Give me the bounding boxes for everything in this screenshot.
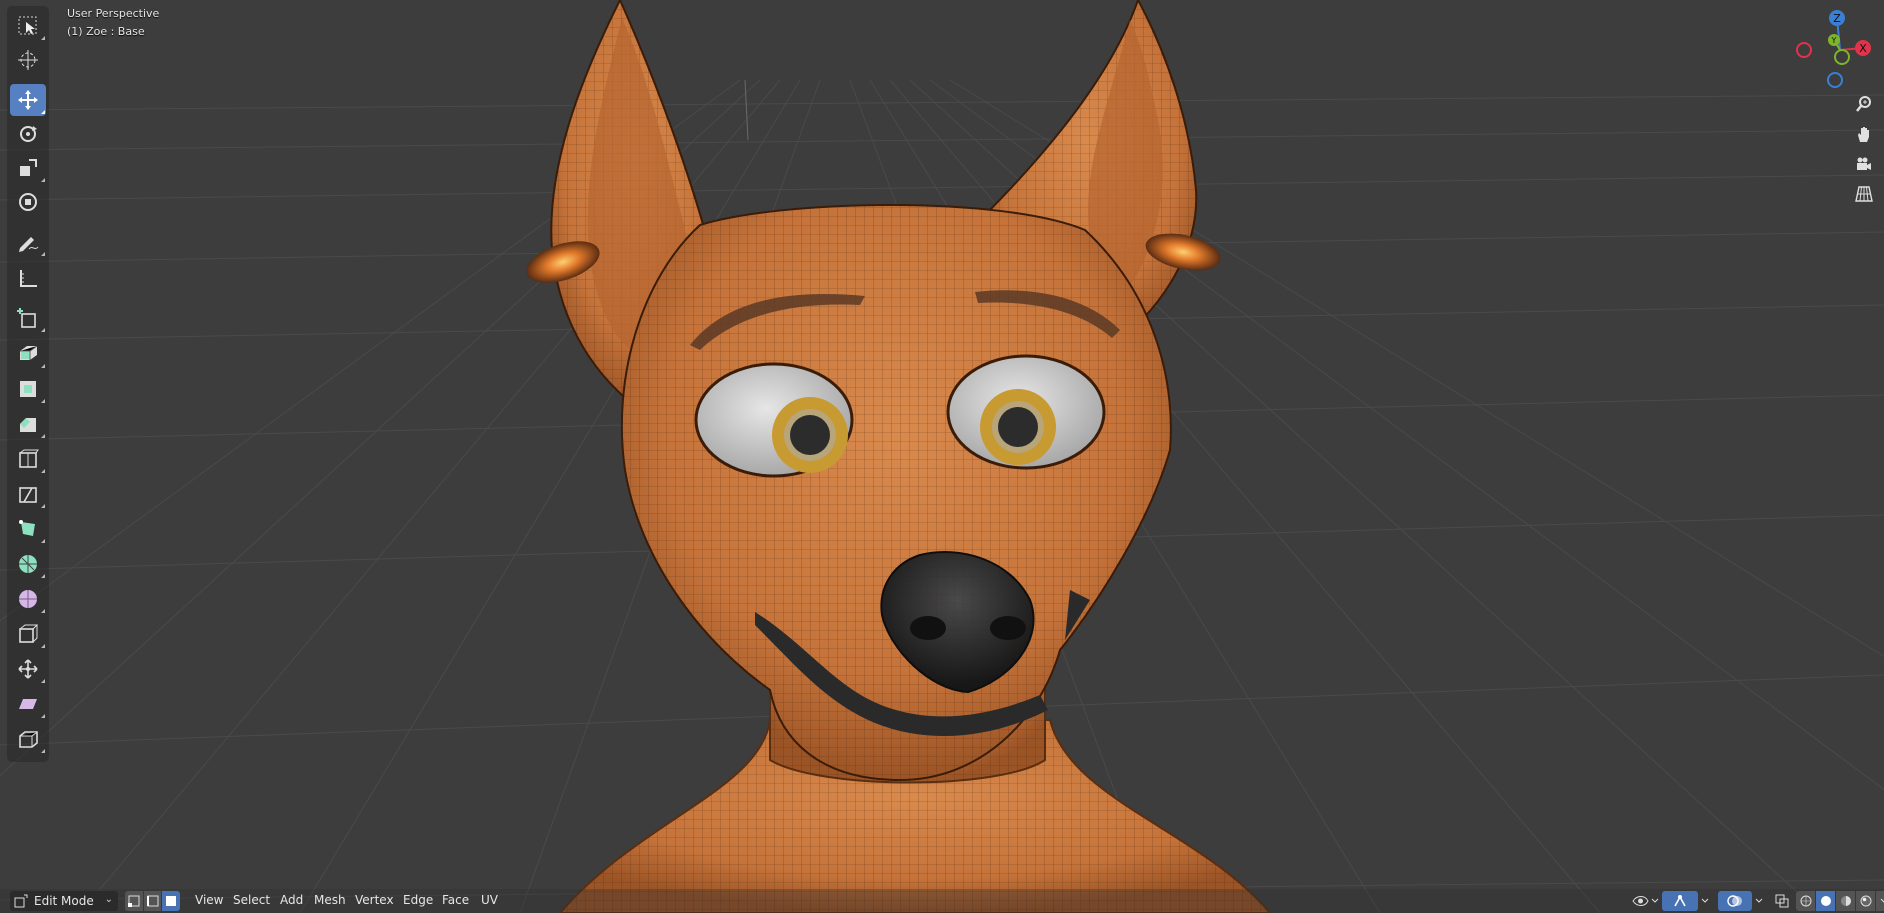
- move-icon[interactable]: [10, 84, 46, 116]
- rendered-shading-icon[interactable]: [1856, 891, 1875, 911]
- rip-region-icon[interactable]: [10, 723, 46, 755]
- pan-hand-icon[interactable]: [1851, 121, 1877, 147]
- select-box-icon[interactable]: [10, 10, 46, 42]
- menu-uv[interactable]: UV: [481, 893, 498, 907]
- xray-toggle-icon[interactable]: [1770, 891, 1794, 911]
- viewport-canvas[interactable]: [0, 0, 1884, 913]
- viewport-header-right: [1630, 891, 1884, 911]
- spin-icon[interactable]: [10, 548, 46, 580]
- poly-build-icon[interactable]: [10, 513, 46, 545]
- overlays-toggle-icon[interactable]: [1718, 891, 1752, 911]
- gizmo-neg-y[interactable]: [1834, 49, 1850, 65]
- extrude-region-icon[interactable]: [10, 338, 46, 370]
- gizmo-neg-x[interactable]: [1796, 42, 1812, 58]
- overlays-dropdown-chevron-icon[interactable]: [1752, 891, 1766, 911]
- gizmo-x-label: X: [1859, 42, 1867, 55]
- edge-slide-icon[interactable]: [10, 618, 46, 650]
- shading-dropdown-chevron-icon[interactable]: [1876, 891, 1884, 911]
- add-cube-icon[interactable]: [10, 302, 46, 334]
- edge-select-icon[interactable]: [143, 891, 162, 911]
- viewport-object-label: (1) Zoe : Base: [67, 25, 145, 38]
- menu-select[interactable]: Select: [233, 893, 270, 907]
- mode-selector-label: Edit Mode: [34, 894, 94, 908]
- menu-vertex[interactable]: Vertex: [355, 893, 394, 907]
- gizmo-z-label: Z: [1833, 12, 1841, 25]
- 3d-viewport[interactable]: User Perspective (1) Zoe : Base Z X Y Ed…: [0, 0, 1884, 913]
- knife-icon[interactable]: [10, 478, 46, 510]
- gizmo-toggle-icon[interactable]: [1662, 891, 1698, 911]
- select-mode-group: [125, 891, 181, 911]
- measure-icon[interactable]: [10, 262, 46, 294]
- scale-icon[interactable]: [10, 152, 46, 184]
- annotate-icon[interactable]: [10, 226, 46, 258]
- zoom-icon[interactable]: [1851, 91, 1877, 117]
- viewport-header: Edit Mode ⌄ View Select Add Mesh Vertex …: [0, 889, 1884, 913]
- menu-add[interactable]: Add: [280, 893, 303, 907]
- camera-view-icon[interactable]: [1851, 151, 1877, 177]
- navigation-gizmo[interactable]: Z X Y: [1784, 0, 1884, 90]
- bevel-icon[interactable]: [10, 408, 46, 440]
- inset-faces-icon[interactable]: [10, 373, 46, 405]
- rotate-icon[interactable]: [10, 118, 46, 150]
- wireframe-shading-icon[interactable]: [1796, 891, 1815, 911]
- edit-mode-icon: [14, 894, 28, 908]
- menu-view[interactable]: View: [195, 893, 223, 907]
- chevron-down-icon: ⌄: [104, 894, 113, 905]
- shear-icon[interactable]: [10, 688, 46, 720]
- gizmo-dropdown-chevron-icon[interactable]: [1698, 891, 1712, 911]
- menu-edge[interactable]: Edge: [403, 893, 433, 907]
- face-select-icon[interactable]: [162, 891, 181, 911]
- visibility-icon[interactable]: [1630, 891, 1662, 911]
- mode-selector[interactable]: Edit Mode ⌄: [10, 891, 118, 911]
- menu-face[interactable]: Face: [442, 893, 469, 907]
- smooth-icon[interactable]: [10, 583, 46, 615]
- transform-icon[interactable]: [10, 186, 46, 218]
- menu-mesh[interactable]: Mesh: [314, 893, 346, 907]
- material-shading-icon[interactable]: [1836, 891, 1855, 911]
- cursor-icon[interactable]: [10, 44, 46, 76]
- orthographic-grid-icon[interactable]: [1851, 181, 1877, 207]
- vertex-select-icon[interactable]: [125, 891, 143, 911]
- shrink-fatten-icon[interactable]: [10, 653, 46, 685]
- viewport-perspective-label: User Perspective: [67, 7, 160, 20]
- solid-shading-icon[interactable]: [1816, 891, 1835, 911]
- loop-cut-icon[interactable]: [10, 443, 46, 475]
- gizmo-y-label: Y: [1831, 36, 1837, 45]
- gizmo-neg-z[interactable]: [1827, 72, 1843, 88]
